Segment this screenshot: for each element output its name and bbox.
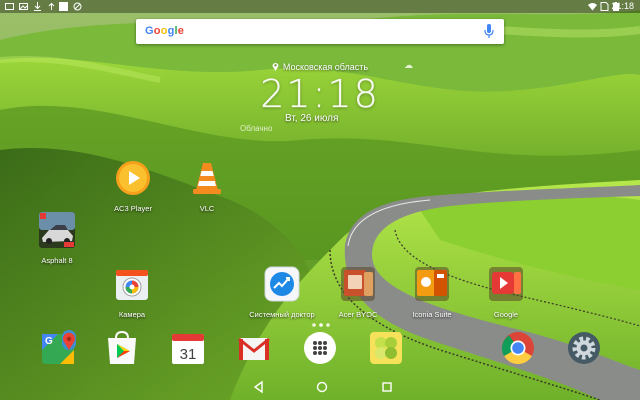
navigation-bar bbox=[0, 374, 640, 400]
asphalt-8-icon bbox=[39, 212, 75, 248]
upload-icon bbox=[48, 2, 55, 10]
google-logo-letter: g bbox=[167, 25, 175, 37]
gmail-icon[interactable] bbox=[236, 330, 272, 366]
notification-icon bbox=[73, 2, 82, 11]
home-icon[interactable] bbox=[315, 380, 329, 394]
play-store-icon[interactable] bbox=[104, 330, 140, 366]
ac3-player-icon bbox=[116, 161, 150, 195]
image-icon bbox=[19, 3, 28, 10]
google-logo-letter: o bbox=[160, 25, 168, 37]
maps-icon[interactable]: G bbox=[40, 330, 76, 366]
folder-label: Iconia Suite bbox=[412, 310, 452, 319]
google-logo-letter: o bbox=[153, 25, 161, 37]
settings-icon[interactable] bbox=[566, 330, 602, 366]
system-doctor-icon bbox=[264, 266, 300, 302]
location-pin-icon bbox=[272, 63, 279, 71]
folder-acer-byoc[interactable]: Acer BYOC bbox=[323, 266, 393, 319]
gallery-icon bbox=[5, 3, 14, 10]
status-time: 21:18 bbox=[611, 1, 634, 11]
app-label: Asphalt 8 bbox=[41, 256, 73, 265]
google-search-bar[interactable]: Google bbox=[136, 19, 504, 44]
iconia-suite-folder-icon bbox=[415, 267, 449, 301]
google-logo: Google bbox=[145, 25, 184, 37]
no-sim-icon bbox=[600, 2, 609, 11]
app-drawer-icon[interactable] bbox=[302, 330, 338, 366]
sync-icon bbox=[59, 2, 68, 11]
vlc-icon bbox=[193, 163, 221, 194]
clock-date: Вт, 26 июля bbox=[285, 113, 339, 124]
recents-icon[interactable] bbox=[380, 380, 394, 394]
weather-icon: ☁ bbox=[404, 60, 413, 70]
google-logo-letter: e bbox=[177, 25, 185, 37]
gallery-app-icon[interactable] bbox=[368, 330, 404, 366]
svg-text:G: G bbox=[45, 336, 53, 347]
folder-label: Acer BYOC bbox=[338, 310, 378, 319]
calendar-day: 31 bbox=[180, 346, 197, 363]
location-label: Московская область bbox=[282, 62, 369, 72]
location-row: Московская область bbox=[210, 62, 430, 72]
app-system-doctor[interactable]: Системный доктор bbox=[247, 266, 317, 319]
app-label: Камера bbox=[118, 310, 146, 319]
app-label: Системный доктор bbox=[249, 310, 315, 319]
app-label: AC3 Player bbox=[114, 204, 152, 213]
calendar-icon[interactable]: 31 bbox=[170, 330, 206, 366]
folder-iconia-suite[interactable]: Iconia Suite bbox=[397, 266, 467, 319]
app-vlc[interactable]: VLC bbox=[172, 160, 242, 213]
google-folder-icon bbox=[489, 267, 523, 301]
mic-icon[interactable] bbox=[484, 24, 494, 39]
download-icon bbox=[34, 2, 41, 11]
app-label: VLC bbox=[199, 204, 215, 213]
status-bar: 21:18 bbox=[0, 0, 640, 13]
app-camera[interactable]: Камера bbox=[97, 266, 167, 319]
weather-label: Облачно bbox=[240, 124, 273, 133]
back-icon[interactable] bbox=[252, 380, 266, 394]
folder-label: Google bbox=[493, 310, 519, 319]
camera-icon bbox=[116, 270, 148, 300]
clock-time: 21:18 bbox=[260, 72, 380, 117]
folder-google[interactable]: Google bbox=[471, 266, 541, 319]
app-ac3-player[interactable]: AC3 Player bbox=[98, 160, 168, 213]
clock-widget[interactable]: Московская область ☁ 21:18 Вт, 26 июля О… bbox=[210, 60, 430, 140]
app-asphalt-8[interactable]: Asphalt 8 bbox=[22, 212, 92, 265]
wifi-icon bbox=[588, 3, 597, 11]
page-indicator bbox=[312, 323, 330, 327]
chrome-icon[interactable] bbox=[500, 330, 536, 366]
google-logo-letter: G bbox=[145, 25, 154, 37]
acer-byoc-folder-icon bbox=[341, 267, 375, 301]
